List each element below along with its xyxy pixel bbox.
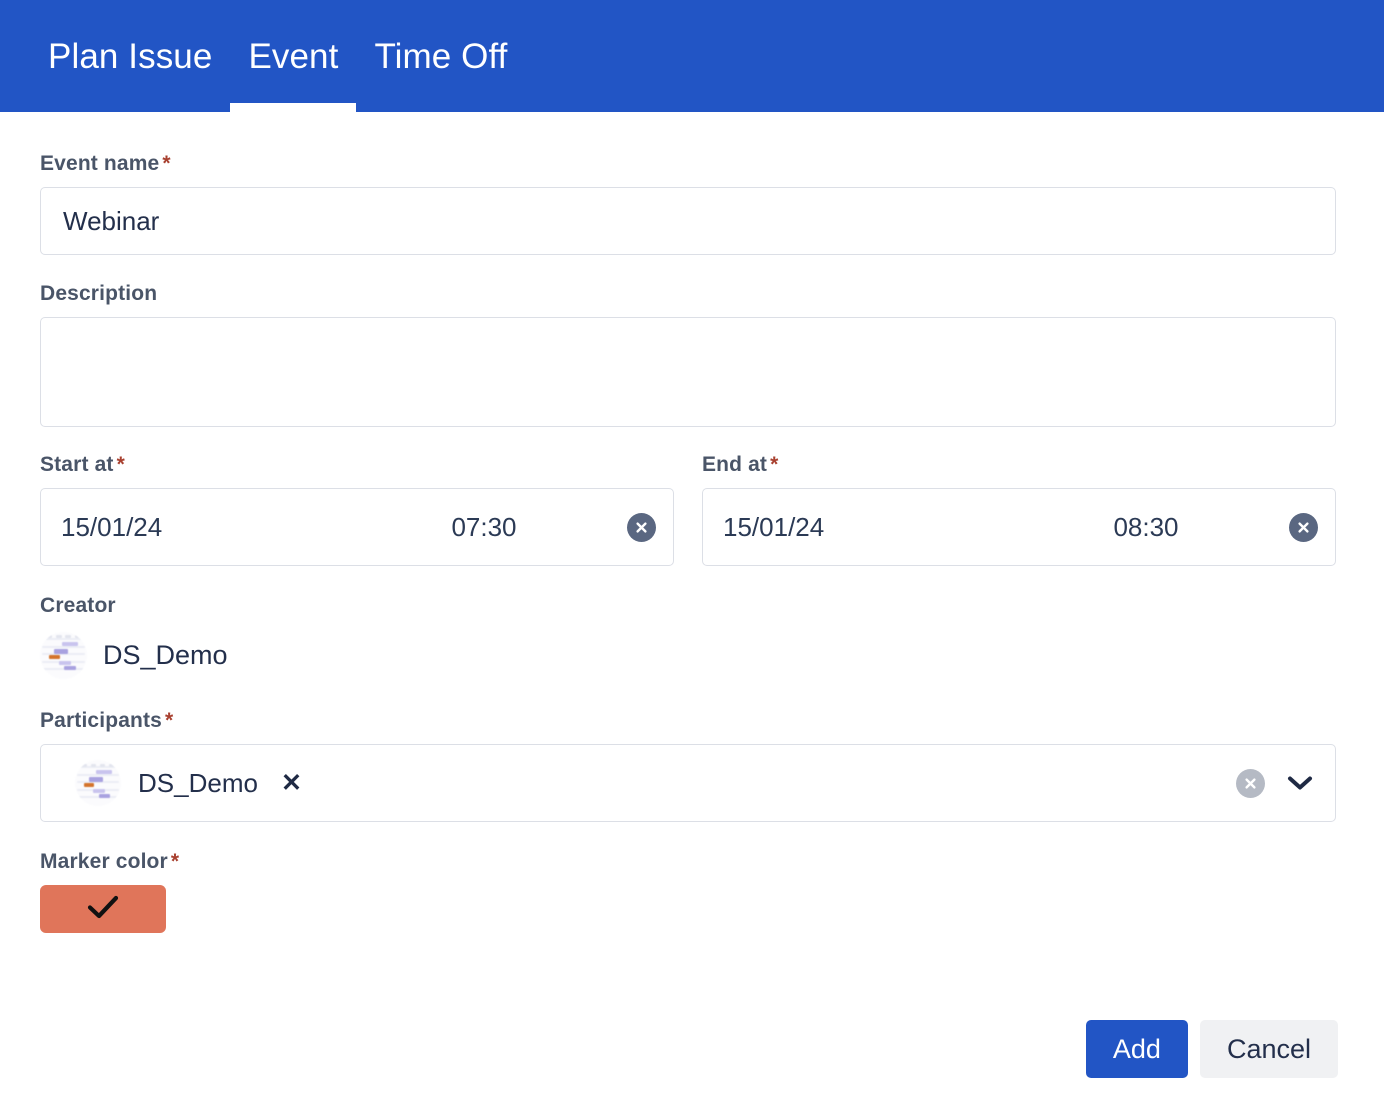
- required-asterisk: *: [165, 709, 173, 732]
- field-description: Description: [40, 282, 1336, 427]
- creator-row: DS_Demo: [40, 629, 1336, 681]
- event-name-value: Webinar: [63, 206, 159, 237]
- field-event-name: Event name* Webinar: [40, 152, 1336, 255]
- description-label-text: Description: [40, 282, 157, 305]
- spacer: [40, 681, 1336, 709]
- description-label: Description: [40, 282, 1336, 306]
- add-button[interactable]: Add: [1086, 1020, 1188, 1078]
- event-name-label: Event name*: [40, 152, 1336, 176]
- field-start-at: Start at* 15/01/24 07:30: [40, 453, 674, 566]
- participants-clear-icon[interactable]: [1236, 769, 1265, 798]
- participant-avatar: [75, 760, 121, 806]
- required-asterisk: *: [171, 850, 179, 873]
- marker-color-swatch[interactable]: [40, 885, 166, 933]
- participant-remove-icon[interactable]: ✕: [281, 771, 302, 796]
- field-marker-color: Marker color*: [40, 850, 1336, 933]
- description-input[interactable]: [40, 317, 1336, 427]
- required-asterisk: *: [162, 152, 170, 175]
- participant-chip-name: DS_Demo: [138, 768, 258, 799]
- creator-label: Creator: [40, 594, 1336, 618]
- creator-label-text: Creator: [40, 594, 116, 617]
- participants-select[interactable]: DS_Demo ✕: [40, 744, 1336, 822]
- end-at-label: End at*: [702, 453, 1336, 477]
- start-at-clear-icon[interactable]: [627, 513, 656, 542]
- tab-time-off[interactable]: Time Off: [356, 0, 525, 112]
- field-participants: Participants*: [40, 709, 1336, 822]
- participants-label-text: Participants: [40, 709, 162, 732]
- tab-event-label: Event: [248, 39, 338, 74]
- participants-label: Participants*: [40, 709, 1336, 733]
- spacer: [40, 427, 1336, 453]
- event-form: Event name* Webinar Description Start at…: [0, 112, 1384, 933]
- event-name-label-text: Event name: [40, 152, 159, 175]
- form-footer: Add Cancel: [0, 988, 1384, 1110]
- tab-plan-issue[interactable]: Plan Issue: [48, 0, 230, 112]
- end-at-clear-icon[interactable]: [1289, 513, 1318, 542]
- tab-event[interactable]: Event: [230, 0, 356, 112]
- creator-avatar: [40, 632, 87, 679]
- required-asterisk: *: [117, 453, 125, 476]
- creator-name: DS_Demo: [103, 640, 228, 671]
- datetime-row: Start at* 15/01/24 07:30 End at* 15/01/2…: [40, 453, 1336, 566]
- start-at-date-value: 15/01/24: [61, 512, 351, 543]
- start-at-input[interactable]: 15/01/24 07:30: [40, 488, 674, 566]
- check-icon: [86, 894, 120, 925]
- marker-color-label-text: Marker color: [40, 850, 168, 873]
- participants-actions: [1236, 769, 1317, 798]
- end-at-input[interactable]: 15/01/24 08:30: [702, 488, 1336, 566]
- start-at-time-value: 07:30: [351, 512, 617, 543]
- chevron-down-icon[interactable]: [1287, 775, 1313, 791]
- end-at-label-text: End at: [702, 453, 767, 476]
- tab-plan-issue-label: Plan Issue: [48, 39, 212, 74]
- start-at-label-text: Start at: [40, 453, 114, 476]
- spacer: [40, 255, 1336, 282]
- start-at-label: Start at*: [40, 453, 674, 477]
- marker-color-label: Marker color*: [40, 850, 1336, 874]
- event-name-input[interactable]: Webinar: [40, 187, 1336, 255]
- cancel-button[interactable]: Cancel: [1200, 1020, 1338, 1078]
- end-at-time-value: 08:30: [1013, 512, 1279, 543]
- tab-time-off-label: Time Off: [374, 39, 507, 74]
- tab-bar: Plan Issue Event Time Off: [0, 0, 1384, 112]
- required-asterisk: *: [770, 453, 778, 476]
- field-creator: Creator DS_Demo: [40, 594, 1336, 681]
- spacer: [40, 566, 1336, 594]
- participant-chip[interactable]: DS_Demo ✕: [57, 760, 302, 806]
- field-end-at: End at* 15/01/24 08:30: [702, 453, 1336, 566]
- spacer: [40, 822, 1336, 850]
- end-at-date-value: 15/01/24: [723, 512, 1013, 543]
